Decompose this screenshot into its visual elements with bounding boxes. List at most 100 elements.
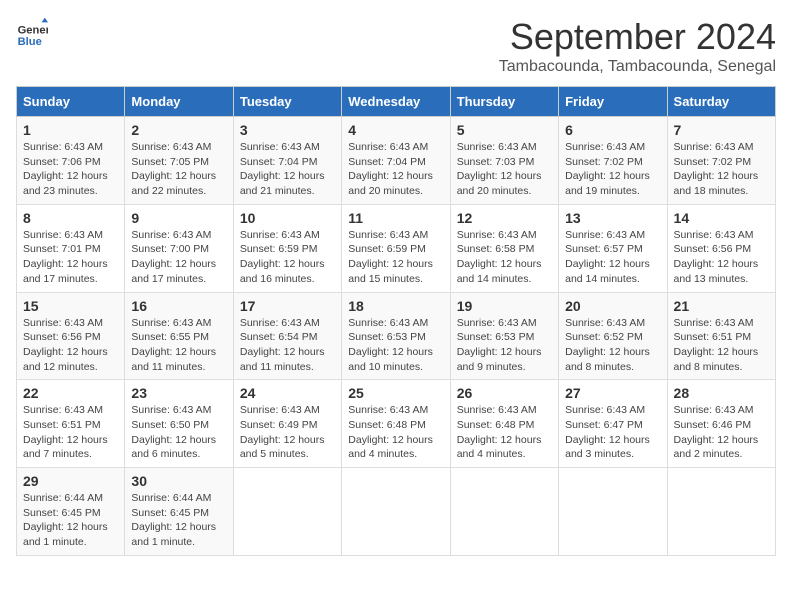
sunrise-label: Sunrise: 6:43 AM [348,317,428,329]
day-header-thursday: Thursday [450,87,558,117]
sunrise-label: Sunrise: 6:43 AM [240,141,320,153]
sunrise-label: Sunrise: 6:43 AM [23,229,103,241]
daylight-minutes: and 11 minutes. [131,361,205,373]
sunrise-label: Sunrise: 6:43 AM [674,317,754,329]
sunset-label: Sunset: 6:51 PM [674,331,752,343]
calendar-cell: 1 Sunrise: 6:43 AM Sunset: 7:06 PM Dayli… [17,117,125,205]
daylight-label: Daylight: 12 hours [565,258,650,270]
day-info: Sunrise: 6:43 AM Sunset: 6:59 PM Dayligh… [348,228,443,287]
day-number: 2 [131,122,226,138]
day-number: 4 [348,122,443,138]
day-number: 13 [565,210,660,226]
day-header-saturday: Saturday [667,87,775,117]
sunset-label: Sunset: 6:57 PM [565,243,643,255]
day-number: 16 [131,298,226,314]
calendar-cell: 15 Sunrise: 6:43 AM Sunset: 6:56 PM Dayl… [17,292,125,380]
daylight-label: Daylight: 12 hours [565,434,650,446]
day-header-tuesday: Tuesday [233,87,341,117]
calendar-cell: 11 Sunrise: 6:43 AM Sunset: 6:59 PM Dayl… [342,204,450,292]
daylight-label: Daylight: 12 hours [23,170,108,182]
sunrise-label: Sunrise: 6:43 AM [348,141,428,153]
daylight-label: Daylight: 12 hours [240,258,325,270]
day-info: Sunrise: 6:43 AM Sunset: 7:06 PM Dayligh… [23,140,118,199]
day-number: 6 [565,122,660,138]
daylight-label: Daylight: 12 hours [674,434,759,446]
daylight-label: Daylight: 12 hours [457,346,542,358]
calendar-cell: 8 Sunrise: 6:43 AM Sunset: 7:01 PM Dayli… [17,204,125,292]
day-number: 3 [240,122,335,138]
calendar-cell [342,468,450,556]
daylight-minutes: and 20 minutes. [348,185,423,197]
svg-text:General: General [18,25,48,37]
daylight-minutes: and 12 minutes. [23,361,98,373]
sunset-label: Sunset: 7:02 PM [565,156,643,168]
sunset-label: Sunset: 7:04 PM [348,156,426,168]
day-info: Sunrise: 6:43 AM Sunset: 6:53 PM Dayligh… [457,316,552,375]
day-number: 27 [565,385,660,401]
daylight-minutes: and 8 minutes. [674,361,743,373]
day-info: Sunrise: 6:43 AM Sunset: 6:58 PM Dayligh… [457,228,552,287]
daylight-label: Daylight: 12 hours [131,170,216,182]
calendar-cell: 9 Sunrise: 6:43 AM Sunset: 7:00 PM Dayli… [125,204,233,292]
sunrise-label: Sunrise: 6:43 AM [23,141,103,153]
sunset-label: Sunset: 6:53 PM [348,331,426,343]
day-info: Sunrise: 6:43 AM Sunset: 6:51 PM Dayligh… [674,316,769,375]
sunrise-label: Sunrise: 6:43 AM [131,404,211,416]
calendar-cell: 6 Sunrise: 6:43 AM Sunset: 7:02 PM Dayli… [559,117,667,205]
sunrise-label: Sunrise: 6:43 AM [131,317,211,329]
sunset-label: Sunset: 6:51 PM [23,419,101,431]
daylight-minutes: and 23 minutes. [23,185,98,197]
day-info: Sunrise: 6:44 AM Sunset: 6:45 PM Dayligh… [131,491,226,550]
month-title: September 2024 [499,16,776,58]
calendar-cell: 22 Sunrise: 6:43 AM Sunset: 6:51 PM Dayl… [17,380,125,468]
calendar-cell: 12 Sunrise: 6:43 AM Sunset: 6:58 PM Dayl… [450,204,558,292]
day-number: 8 [23,210,118,226]
day-info: Sunrise: 6:43 AM Sunset: 6:57 PM Dayligh… [565,228,660,287]
day-number: 1 [23,122,118,138]
calendar-cell [667,468,775,556]
sunrise-label: Sunrise: 6:43 AM [348,229,428,241]
day-info: Sunrise: 6:43 AM Sunset: 6:46 PM Dayligh… [674,403,769,462]
day-number: 12 [457,210,552,226]
day-number: 9 [131,210,226,226]
day-number: 20 [565,298,660,314]
calendar-cell [559,468,667,556]
sunrise-label: Sunrise: 6:43 AM [457,317,537,329]
day-header-monday: Monday [125,87,233,117]
calendar-week-4: 22 Sunrise: 6:43 AM Sunset: 6:51 PM Dayl… [17,380,776,468]
day-info: Sunrise: 6:43 AM Sunset: 7:05 PM Dayligh… [131,140,226,199]
calendar-week-3: 15 Sunrise: 6:43 AM Sunset: 6:56 PM Dayl… [17,292,776,380]
calendar-cell: 24 Sunrise: 6:43 AM Sunset: 6:49 PM Dayl… [233,380,341,468]
daylight-minutes: and 14 minutes. [565,273,640,285]
daylight-label: Daylight: 12 hours [674,258,759,270]
sunset-label: Sunset: 6:56 PM [23,331,101,343]
daylight-label: Daylight: 12 hours [457,258,542,270]
daylight-minutes: and 7 minutes. [23,448,92,460]
sunset-label: Sunset: 6:59 PM [348,243,426,255]
day-info: Sunrise: 6:43 AM Sunset: 6:53 PM Dayligh… [348,316,443,375]
calendar-cell: 13 Sunrise: 6:43 AM Sunset: 6:57 PM Dayl… [559,204,667,292]
day-info: Sunrise: 6:43 AM Sunset: 6:56 PM Dayligh… [23,316,118,375]
daylight-label: Daylight: 12 hours [23,434,108,446]
daylight-minutes: and 20 minutes. [457,185,532,197]
daylight-minutes: and 21 minutes. [240,185,315,197]
daylight-label: Daylight: 12 hours [674,170,759,182]
day-info: Sunrise: 6:43 AM Sunset: 6:49 PM Dayligh… [240,403,335,462]
sunrise-label: Sunrise: 6:44 AM [131,492,211,504]
sunrise-label: Sunrise: 6:43 AM [240,404,320,416]
sunset-label: Sunset: 6:59 PM [240,243,318,255]
calendar-cell: 10 Sunrise: 6:43 AM Sunset: 6:59 PM Dayl… [233,204,341,292]
daylight-label: Daylight: 12 hours [131,521,216,533]
sunrise-label: Sunrise: 6:43 AM [565,229,645,241]
title-area: September 2024 Tambacounda, Tambacounda,… [499,16,776,76]
day-number: 26 [457,385,552,401]
daylight-minutes: and 1 minute. [131,536,195,548]
sunset-label: Sunset: 6:46 PM [674,419,752,431]
day-info: Sunrise: 6:43 AM Sunset: 6:52 PM Dayligh… [565,316,660,375]
day-info: Sunrise: 6:43 AM Sunset: 7:04 PM Dayligh… [348,140,443,199]
daylight-minutes: and 4 minutes. [457,448,526,460]
sunset-label: Sunset: 6:48 PM [457,419,535,431]
calendar-cell: 7 Sunrise: 6:43 AM Sunset: 7:02 PM Dayli… [667,117,775,205]
day-number: 21 [674,298,769,314]
calendar-cell: 5 Sunrise: 6:43 AM Sunset: 7:03 PM Dayli… [450,117,558,205]
